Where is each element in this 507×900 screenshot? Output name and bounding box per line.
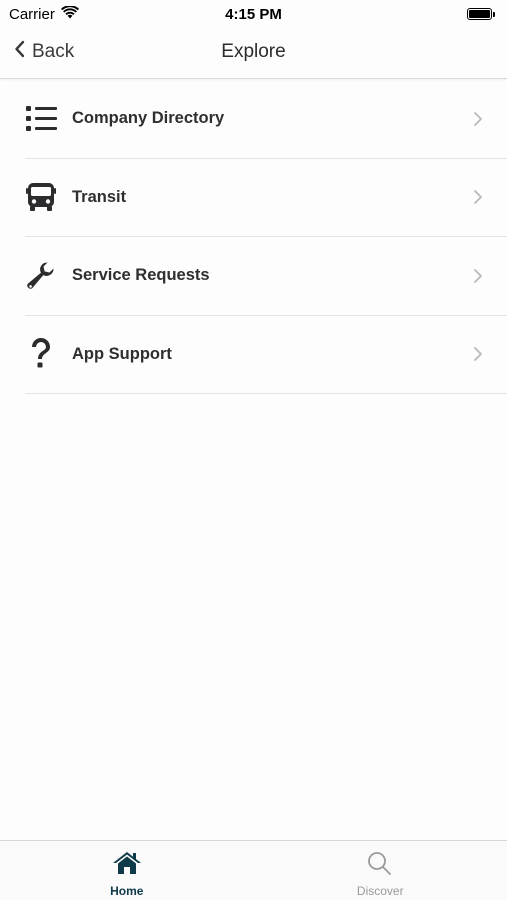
chevron-left-icon [14, 40, 25, 64]
carrier-label: Carrier [9, 5, 55, 23]
home-icon [112, 851, 142, 880]
tab-bar: Home Discover [0, 840, 507, 900]
search-icon [367, 851, 393, 880]
menu-item-label: Transit [72, 187, 127, 206]
wifi-icon [60, 4, 79, 23]
menu-item-label: App Support [72, 344, 172, 363]
battery-icon [467, 8, 495, 20]
menu-item-label: Company Directory [72, 109, 225, 128]
chevron-right-icon [473, 189, 483, 205]
tab-discover-label: Discover [356, 884, 404, 898]
menu-item-transit[interactable]: Transit [25, 159, 507, 237]
tab-home[interactable]: Home [0, 841, 254, 900]
menu-item-service-requests[interactable]: Service Requests [25, 237, 507, 316]
menu-item-app-support[interactable]: App Support [25, 316, 507, 394]
chevron-right-icon [473, 268, 483, 284]
menu-item-label: Service Requests [72, 266, 210, 285]
chevron-right-icon [473, 346, 483, 362]
navigation-bar: Back Explore [0, 28, 507, 79]
list-icon [25, 103, 57, 135]
explore-menu-list: Company Directory Transit Service Reques… [0, 80, 507, 394]
tab-home-label: Home [110, 884, 144, 898]
status-left: Carrier [9, 4, 79, 23]
tab-discover[interactable]: Discover [254, 841, 507, 900]
question-mark-icon [25, 338, 57, 370]
explore-screen: Carrier 4:15 PM Back Explore Company Dir… [0, 0, 507, 900]
menu-item-company-directory[interactable]: Company Directory [25, 80, 507, 159]
back-label: Back [32, 41, 75, 62]
status-bar: Carrier 4:15 PM [0, 0, 507, 28]
chevron-right-icon [473, 111, 483, 127]
wrench-icon [25, 260, 57, 292]
back-button[interactable]: Back [14, 40, 74, 64]
page-title: Explore [221, 41, 286, 62]
bus-icon [25, 181, 57, 213]
